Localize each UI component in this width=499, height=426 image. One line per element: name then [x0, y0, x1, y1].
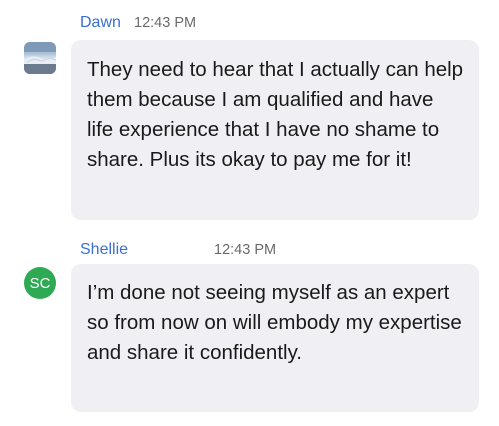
message-timestamp: 12:43 PM — [134, 15, 197, 31]
message-bubble: I’m done not seeing myself as an expert … — [71, 264, 479, 412]
message-text: They need to hear that I actually can he… — [87, 58, 464, 171]
message-item: Shellie 12:43 PM SC I’m done not seeing … — [0, 230, 499, 426]
message-author[interactable]: Shellie — [80, 241, 128, 259]
message-author[interactable]: Dawn — [80, 14, 121, 32]
message-text: I’m done not seeing myself as an expert … — [87, 281, 462, 364]
message-timestamp: 12:43 PM — [214, 242, 277, 258]
avatar[interactable] — [24, 42, 56, 74]
profile-photo-icon — [24, 42, 56, 74]
avatar[interactable]: SC — [24, 267, 56, 299]
avatar-initials: SC — [29, 274, 51, 292]
message-item: Dawn 12:43 PM They need to hear that I a… — [0, 0, 499, 230]
message-bubble: They need to hear that I actually can he… — [71, 40, 479, 220]
